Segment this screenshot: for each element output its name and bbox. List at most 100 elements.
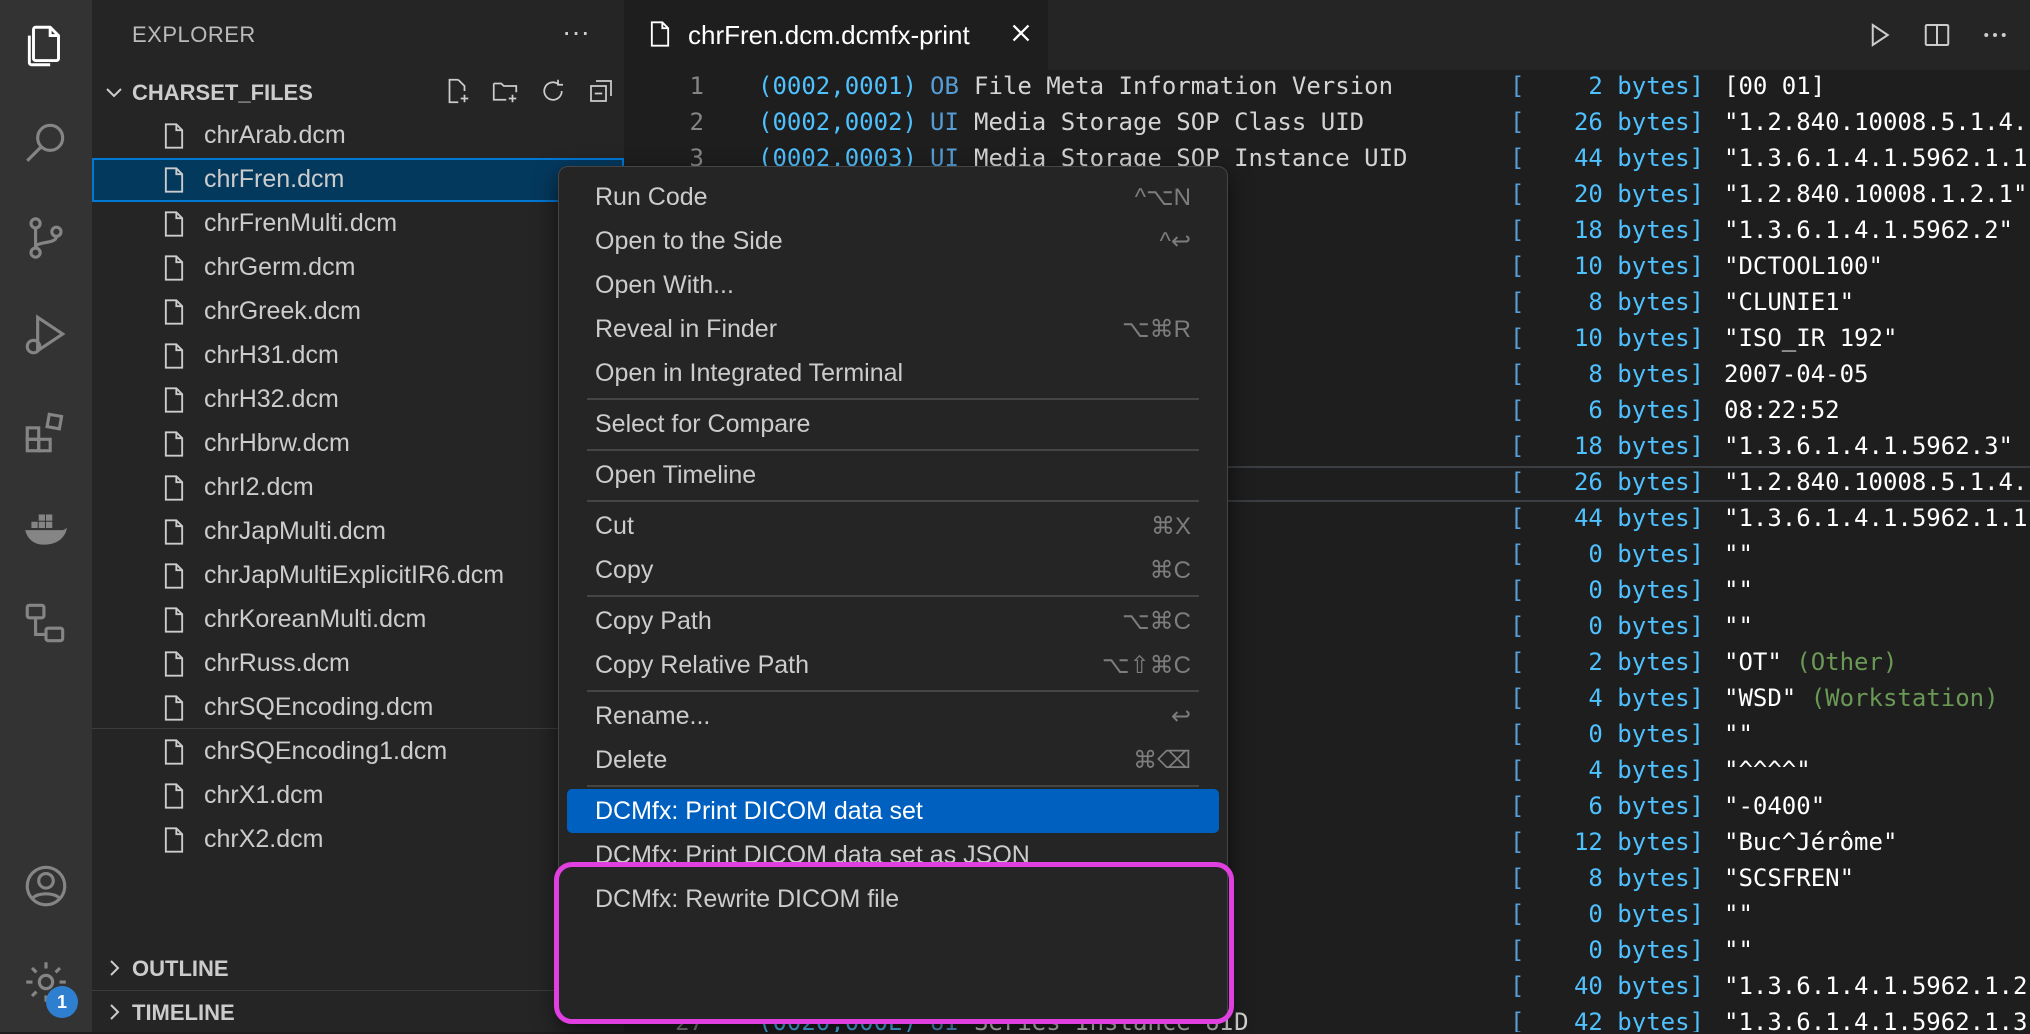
dicom-value: 08:22:52: [1724, 396, 1840, 424]
value-text: "OT": [1724, 648, 1797, 676]
file-item[interactable]: chrSQEncoding1.dcm: [92, 730, 624, 774]
docker-icon[interactable]: [0, 482, 92, 574]
menu-item[interactable]: Rename... ↩: [567, 694, 1219, 738]
file-item[interactable]: chrArab.dcm: [92, 114, 624, 158]
close-icon[interactable]: [1006, 18, 1036, 48]
file-icon: [164, 695, 184, 721]
explorer-icon[interactable]: [0, 0, 92, 92]
dicom-value: "1.2.840.10008.1.2.1": [1724, 180, 2027, 208]
dicom-name: File Meta Information Version: [974, 72, 1394, 100]
refresh-icon[interactable]: [538, 76, 568, 106]
dicom-size: 6 bytes]: [1588, 792, 1704, 820]
folder-section-header[interactable]: CHARSET_FILES: [92, 70, 624, 114]
menu-item[interactable]: Cut ⌘X: [567, 504, 1219, 548]
file-icon: [164, 299, 184, 325]
manage-gear-icon[interactable]: [0, 936, 92, 1028]
file-item[interactable]: chrFrenMulti.dcm: [92, 202, 624, 246]
file-item[interactable]: chrX2.dcm: [92, 818, 624, 862]
file-name: chrRuss.dcm: [204, 649, 350, 677]
file-item[interactable]: chrI2.dcm: [92, 466, 624, 510]
menu-item[interactable]: Open With...: [567, 263, 1219, 307]
new-folder-icon[interactable]: [490, 76, 520, 106]
bracket: [: [1510, 144, 1525, 172]
accounts-icon[interactable]: [0, 840, 92, 932]
menu-item[interactable]: Open Timeline: [567, 453, 1219, 497]
file-item[interactable]: chrGreek.dcm: [92, 290, 624, 334]
dicom-size: 4 bytes]: [1588, 756, 1704, 784]
menu-item-label: Cut: [595, 512, 634, 540]
chevron-right-icon: [110, 1004, 120, 1020]
tab-bar: chrFren.dcm.dcmfx-print: [624, 0, 2030, 70]
remote-explorer-icon[interactable]: [0, 578, 92, 670]
new-file-icon[interactable]: [442, 76, 472, 106]
menu-item[interactable]: Select for Compare: [567, 402, 1219, 446]
file-icon: [164, 519, 184, 545]
file-item[interactable]: chrX1.dcm: [92, 774, 624, 818]
more-actions-icon[interactable]: [1980, 20, 2010, 50]
dicom-value: "1.3.6.1.4.1.5962.3": [1724, 432, 2013, 460]
file-item[interactable]: chrHbrw.dcm: [92, 422, 624, 466]
dicom-size: 26 bytes]: [1573, 468, 1704, 496]
dicom-name: Media Storage SOP Class UID: [974, 108, 1365, 136]
file-item[interactable]: chrJapMulti.dcm: [92, 510, 624, 554]
bracket: [: [1510, 108, 1525, 136]
dicom-value: 2007-04-05: [1724, 360, 1869, 388]
explorer-more-actions[interactable]: ···: [562, 16, 590, 48]
menu-item[interactable]: Open in Integrated Terminal: [567, 351, 1219, 395]
value-text: "": [1724, 936, 1753, 964]
collapse-all-icon[interactable]: [586, 76, 616, 106]
line-number: 2: [689, 108, 704, 136]
bracket: [: [1510, 792, 1525, 820]
search-icon[interactable]: [0, 96, 92, 188]
menu-item[interactable]: Copy Relative Path ⌥⇧⌘C: [567, 643, 1219, 687]
dicom-size: 18 bytes]: [1573, 216, 1704, 244]
file-name: chrH31.dcm: [204, 341, 339, 369]
menu-separator: [587, 690, 1199, 692]
bracket: [: [1510, 396, 1525, 424]
dicom-value: "": [1724, 540, 1753, 568]
menu-item[interactable]: Copy Path ⌥⌘C: [567, 599, 1219, 643]
menu-item[interactable]: Delete ⌘⌫: [567, 738, 1219, 782]
menu-item[interactable]: DCMfx: Print DICOM data set: [567, 789, 1219, 833]
menu-item[interactable]: Copy ⌘C: [567, 548, 1219, 592]
menu-item[interactable]: Reveal in Finder ⌥⌘R: [567, 307, 1219, 351]
run-icon[interactable]: [1864, 20, 1894, 50]
split-editor-icon[interactable]: [1922, 20, 1952, 50]
menu-item-label: Open to the Side: [595, 227, 783, 255]
menu-item-label: Open in Integrated Terminal: [595, 359, 904, 387]
menu-item-shortcut: ⌘⌫: [1133, 747, 1191, 774]
outline-section-header[interactable]: OUTLINE: [92, 946, 624, 990]
bracket: [: [1510, 180, 1525, 208]
file-name: chrH32.dcm: [204, 385, 339, 413]
value-text: "SCSFREN": [1724, 864, 1855, 892]
file-name: chrFrenMulti.dcm: [204, 209, 398, 237]
dicom-value: "Buc^Jérôme": [1724, 828, 1897, 856]
file-item[interactable]: chrRuss.dcm: [92, 642, 624, 686]
file-item[interactable]: chrSQEncoding.dcm: [92, 686, 624, 730]
value-text: 2007-04-05: [1724, 360, 1869, 388]
dicom-value: "ISO_IR 192": [1724, 324, 1897, 352]
dicom-value: "SCSFREN": [1724, 864, 1854, 892]
explorer-sidebar: EXPLORER ··· CHARSET_FILES chrArab.dcm ch…: [92, 0, 624, 1032]
file-item[interactable]: chrKoreanMulti.dcm: [92, 598, 624, 642]
value-text: "1.3.6.1.4.1.5962.1.1: [1724, 504, 2028, 532]
file-item[interactable]: chrFren.dcm: [92, 158, 624, 202]
menu-item[interactable]: Run Code ^⌥N: [567, 175, 1219, 219]
file-item[interactable]: chrJapMultiExplicitIR6.dcm: [92, 554, 624, 598]
value-text: "1.3.6.1.4.1.5962.2": [1724, 216, 2013, 244]
extensions-icon[interactable]: [0, 386, 92, 478]
file-item[interactable]: chrH31.dcm: [92, 334, 624, 378]
value-text: "1.3.6.1.4.1.5962.3": [1724, 432, 2013, 460]
menu-item[interactable]: Open to the Side ^↩: [567, 219, 1219, 263]
file-item[interactable]: chrGerm.dcm: [92, 246, 624, 290]
source-control-icon[interactable]: [0, 192, 92, 284]
menu-separator: [587, 449, 1199, 451]
dicom-value: "1.3.6.1.4.1.5962.1.3: [1724, 1008, 2027, 1032]
tab-chrfren-print[interactable]: chrFren.dcm.dcmfx-print: [624, 0, 1048, 70]
file-name: chrJapMultiExplicitIR6.dcm: [204, 561, 505, 589]
run-debug-icon[interactable]: [0, 288, 92, 380]
bracket: [: [1510, 216, 1525, 244]
timeline-section-header[interactable]: TIMELINE: [92, 990, 624, 1034]
dicom-value: "1.2.840.10008.5.1.4.: [1724, 468, 2027, 496]
file-item[interactable]: chrH32.dcm: [92, 378, 624, 422]
